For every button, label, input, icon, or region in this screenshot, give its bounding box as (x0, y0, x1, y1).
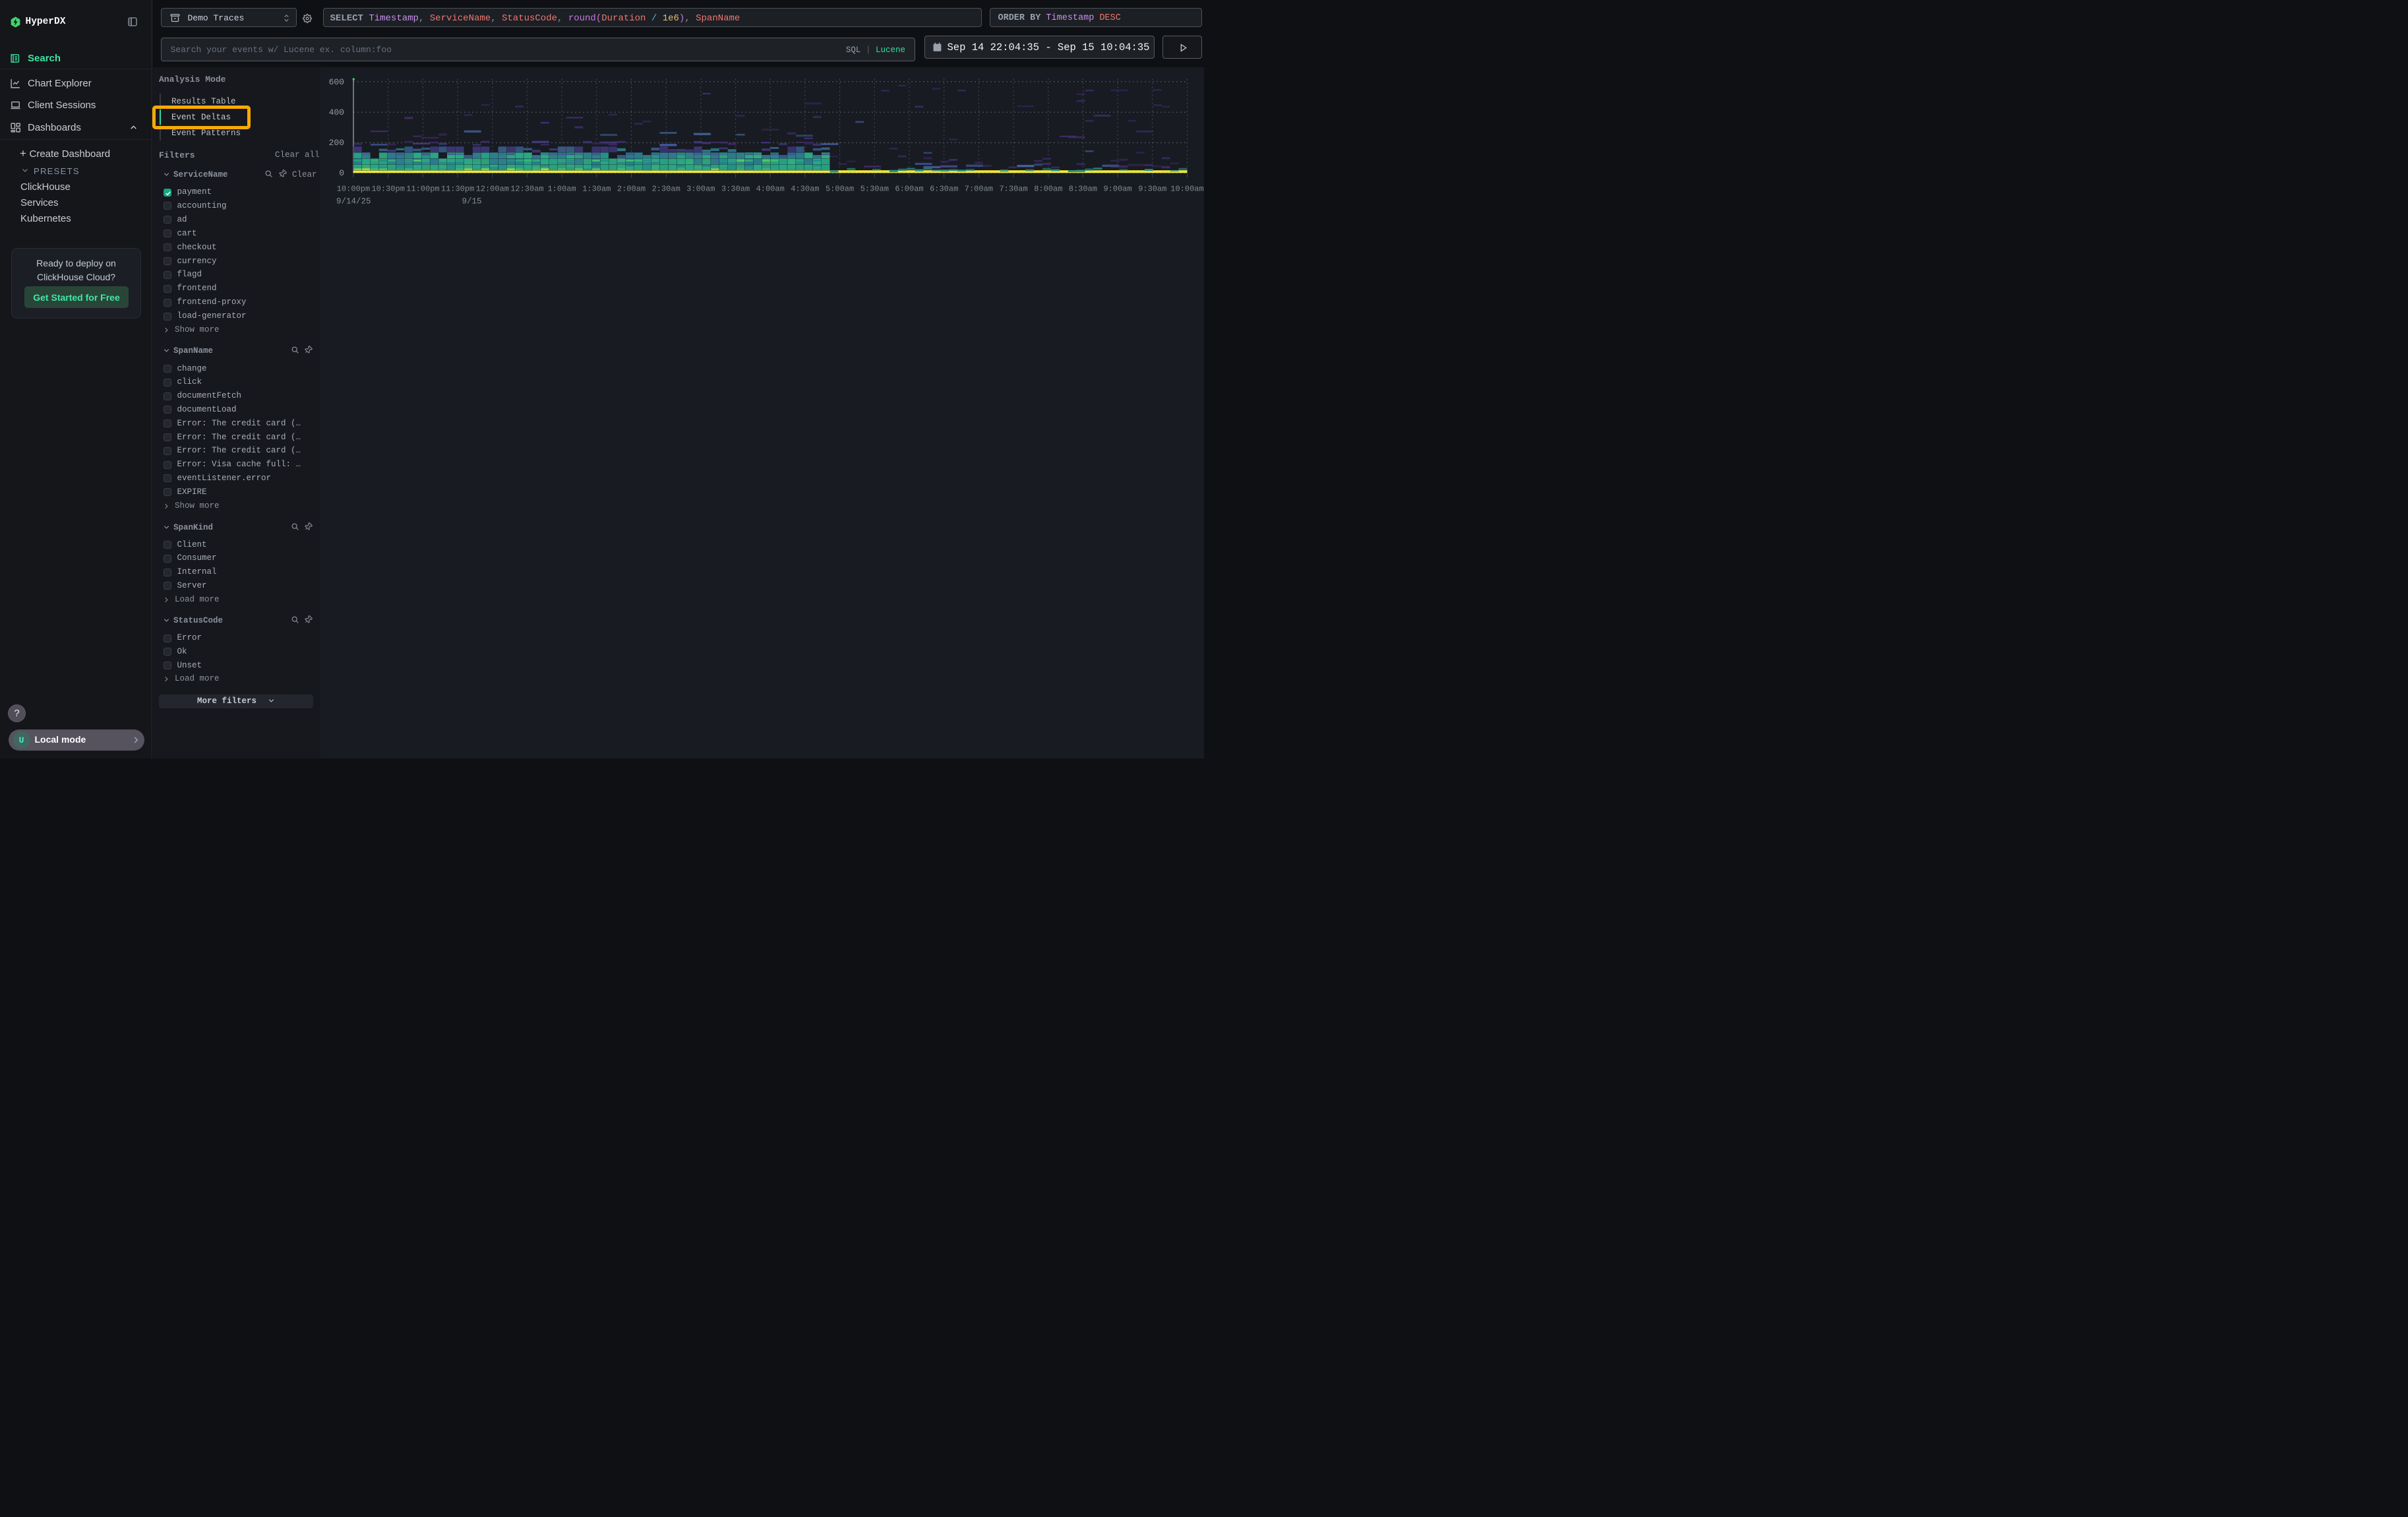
svg-text:9:30am: 9:30am (1138, 185, 1166, 194)
svg-text:10:00pm: 10:00pm (337, 185, 370, 194)
svg-text:4:00am: 4:00am (756, 185, 785, 194)
svg-text:400: 400 (329, 108, 344, 117)
svg-text:6:00am: 6:00am (895, 185, 923, 194)
svg-text:5:00am: 5:00am (826, 185, 854, 194)
svg-text:8:30am: 8:30am (1069, 185, 1097, 194)
svg-text:10:30pm: 10:30pm (371, 185, 404, 194)
svg-text:0: 0 (339, 168, 344, 178)
svg-text:12:00am: 12:00am (476, 185, 509, 194)
svg-text:4:30am: 4:30am (791, 185, 819, 194)
svg-text:600: 600 (329, 77, 344, 87)
svg-text:200: 200 (329, 138, 344, 148)
svg-text:3:30am: 3:30am (721, 185, 750, 194)
svg-text:9:00am: 9:00am (1103, 185, 1131, 194)
svg-text:5:30am: 5:30am (860, 185, 889, 194)
svg-text:10:00am: 10:00am (1170, 185, 1203, 194)
svg-text:1:00am: 1:00am (547, 185, 576, 194)
svg-text:11:00pm: 11:00pm (406, 185, 439, 194)
svg-text:9/14/25: 9/14/25 (336, 197, 371, 206)
svg-text:7:00am: 7:00am (965, 185, 993, 194)
svg-text:3:00am: 3:00am (686, 185, 715, 194)
svg-text:1:30am: 1:30am (582, 185, 611, 194)
svg-text:7:30am: 7:30am (999, 185, 1027, 194)
svg-text:8:00am: 8:00am (1034, 185, 1062, 194)
svg-text:9/15: 9/15 (462, 197, 481, 206)
svg-text:2:30am: 2:30am (652, 185, 680, 194)
svg-text:11:30pm: 11:30pm (441, 185, 474, 194)
svg-text:2:00am: 2:00am (617, 185, 646, 194)
svg-text:12:30am: 12:30am (510, 185, 543, 194)
svg-text:6:30am: 6:30am (930, 185, 958, 194)
